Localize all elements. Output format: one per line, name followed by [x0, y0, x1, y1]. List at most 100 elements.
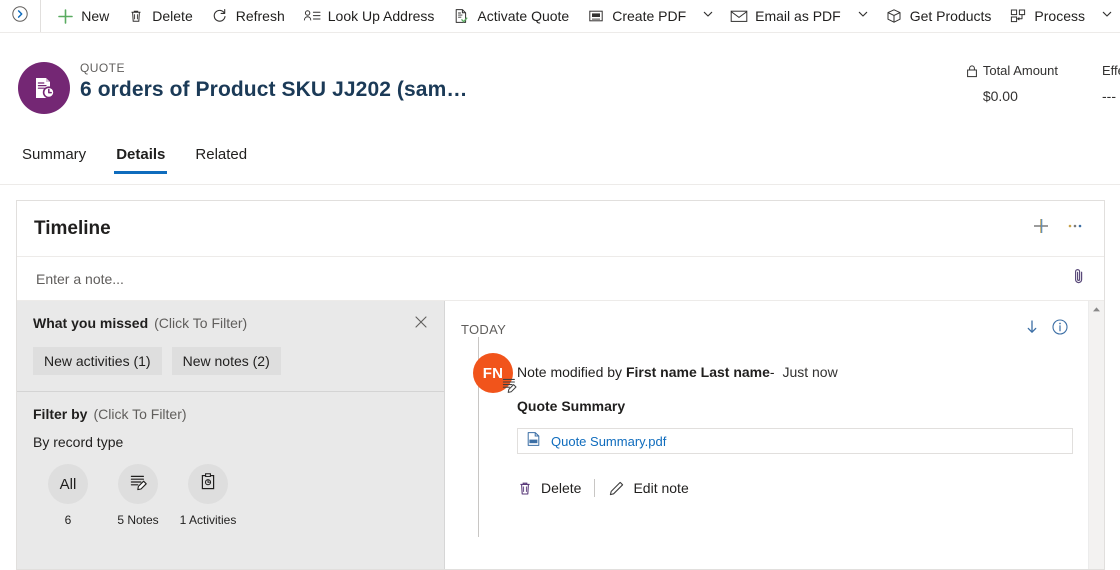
address-lookup-icon — [303, 7, 321, 25]
record-type-filter-activities[interactable]: 1 Activities — [173, 464, 243, 527]
ellipsis-icon — [1065, 216, 1085, 241]
command-new-label: New — [81, 8, 110, 24]
record-type-all-glyph: All — [48, 464, 88, 504]
lock-icon — [966, 64, 978, 78]
pdf-file-icon — [526, 431, 541, 452]
timeline-content-pane: TODAY FN Note modified by First name Las… — [445, 301, 1104, 569]
tab-summary[interactable]: Summary — [20, 143, 88, 174]
timeline-add-button[interactable] — [1024, 212, 1058, 246]
timeline-entry: FN Note modified by First name Last name… — [461, 353, 1074, 497]
plus-icon — [1031, 216, 1051, 241]
chevron-down-icon — [1101, 7, 1113, 25]
scrollbar-up-button[interactable] — [1089, 301, 1104, 317]
filter-by-section: Filter by (Click To Filter) By record ty… — [17, 392, 444, 527]
command-delete-label: Delete — [152, 8, 193, 24]
command-email-as-pdf[interactable]: Email as PDF — [721, 0, 850, 32]
note-input[interactable] — [34, 269, 1066, 288]
timeline-entry-edit-note-label: Edit note — [633, 480, 689, 496]
trash-icon — [517, 480, 533, 497]
what-you-missed-title: What you missed — [33, 315, 149, 331]
timeline-info-button[interactable] — [1046, 315, 1074, 343]
command-delete[interactable]: Delete — [118, 0, 201, 32]
header-fields: Total Amount $0.00 Effe --- — [944, 63, 1120, 104]
command-activate-quote-label: Activate Quote — [477, 8, 570, 24]
timeline-entry-delete-label: Delete — [541, 480, 582, 496]
timeline-more-commands-button[interactable] — [1058, 212, 1092, 246]
command-refresh[interactable]: Refresh — [202, 0, 294, 32]
command-new[interactable]: New — [47, 0, 118, 32]
mail-icon — [730, 7, 748, 25]
timeline-entry-time: Just now — [782, 364, 838, 380]
filter-by-subtitle: (Click To Filter) — [93, 406, 187, 422]
clipboard-activity-icon — [198, 472, 218, 496]
command-refresh-label: Refresh — [235, 8, 285, 24]
page-title: 6 orders of Product SKU JJ202 (sam… — [80, 78, 468, 101]
info-circle-icon — [1051, 318, 1069, 341]
header-field-total-amount-value: $0.00 — [982, 88, 1018, 104]
command-get-products-label: Get Products — [909, 8, 992, 24]
note-pencil-icon — [128, 472, 148, 496]
tab-related[interactable]: Related — [193, 143, 249, 174]
timeline-entry-subject: Quote Summary — [517, 398, 626, 414]
timeline-entry-author: First name Last name — [625, 364, 770, 380]
record-type-notes-count: 5 Notes — [117, 513, 159, 527]
command-process-label: Process — [1034, 8, 1085, 24]
timeline-entry-meta-prefix: Note modified by — [517, 364, 623, 380]
chevron-down-icon — [857, 7, 869, 25]
record-type-filter-notes[interactable]: 5 Notes — [103, 464, 173, 527]
command-create-pdf[interactable]: Create PDF — [578, 0, 695, 32]
timeline-header: Timeline — [17, 201, 1104, 257]
arrow-down-icon — [1023, 318, 1041, 341]
close-icon — [414, 315, 428, 334]
what-you-missed-close-button[interactable] — [408, 311, 434, 337]
refresh-icon — [211, 7, 229, 25]
attachment-link[interactable]: Quote Summary.pdf — [551, 434, 666, 449]
tab-details[interactable]: Details — [114, 143, 168, 174]
pencil-icon — [608, 480, 625, 497]
timeline-group-header: TODAY — [461, 315, 1074, 343]
command-activate-quote[interactable]: Activate Quote — [443, 0, 578, 32]
timeline-panel: Timeline Enter a note... What you missed… — [16, 200, 1105, 570]
timeline-jump-to-latest-button[interactable] — [1018, 315, 1046, 343]
attach-file-button[interactable] — [1066, 264, 1092, 294]
timeline-entry-delete-button[interactable]: Delete — [517, 480, 581, 497]
scrollbar-thumb[interactable] — [1091, 317, 1103, 437]
what-you-missed-section: What you missed (Click To Filter) New ac… — [17, 301, 444, 392]
command-process-caret[interactable] — [1094, 0, 1120, 32]
record-type-filters: All 6 5 Notes 1 Activities — [33, 464, 428, 527]
plus-icon — [56, 7, 74, 25]
command-bar-items: New Delete Refresh Look Up Address Activ… — [41, 0, 1120, 32]
timeline-entry-attachment[interactable]: Quote Summary.pdf — [517, 428, 1073, 454]
record-title-block: QUOTE 6 orders of Product SKU JJ202 (sam… — [80, 61, 467, 102]
command-email-as-pdf-label: Email as PDF — [755, 8, 841, 24]
timeline-vertical-scrollbar[interactable] — [1088, 301, 1104, 569]
record-type-filter-all[interactable]: All 6 — [33, 464, 103, 527]
record-type-activities-count: 1 Activities — [179, 513, 237, 527]
header-field-total-amount: Total Amount $0.00 — [944, 63, 1080, 104]
command-process[interactable]: Process — [1000, 0, 1094, 32]
chip-new-notes[interactable]: New notes (2) — [171, 347, 281, 375]
command-create-pdf-caret[interactable] — [695, 0, 721, 32]
record-type-all-count: 6 — [64, 513, 72, 527]
timeline-filter-pane: What you missed (Click To Filter) New ac… — [17, 301, 445, 569]
command-create-pdf-label: Create PDF — [612, 8, 687, 24]
command-email-as-pdf-caret[interactable] — [850, 0, 876, 32]
collapse-panel-button[interactable] — [0, 0, 42, 32]
timeline-note-entry — [17, 257, 1104, 301]
timeline-entry-edit-note-button[interactable]: Edit note — [608, 480, 689, 497]
note-pencil-icon — [499, 375, 519, 400]
paperclip-icon — [1071, 267, 1087, 290]
chip-new-activities[interactable]: New activities (1) — [33, 347, 162, 375]
timeline-body: What you missed (Click To Filter) New ac… — [17, 301, 1104, 569]
chevron-right-circle-icon — [11, 5, 29, 28]
command-look-up-address-label: Look Up Address — [327, 8, 435, 24]
command-look-up-address[interactable]: Look Up Address — [294, 0, 444, 32]
header-field-total-amount-label: Total Amount — [982, 63, 1058, 78]
trash-icon — [127, 7, 145, 25]
quote-document-clock-icon — [18, 62, 70, 114]
header-field-effective-truncated: Effe --- — [1080, 63, 1120, 104]
document-check-icon — [452, 7, 470, 25]
tab-details-label: Details — [116, 146, 166, 163]
timeline-entry-meta: Note modified by First name Last name- J… — [517, 353, 1074, 380]
command-get-products[interactable]: Get Products — [876, 0, 1001, 32]
